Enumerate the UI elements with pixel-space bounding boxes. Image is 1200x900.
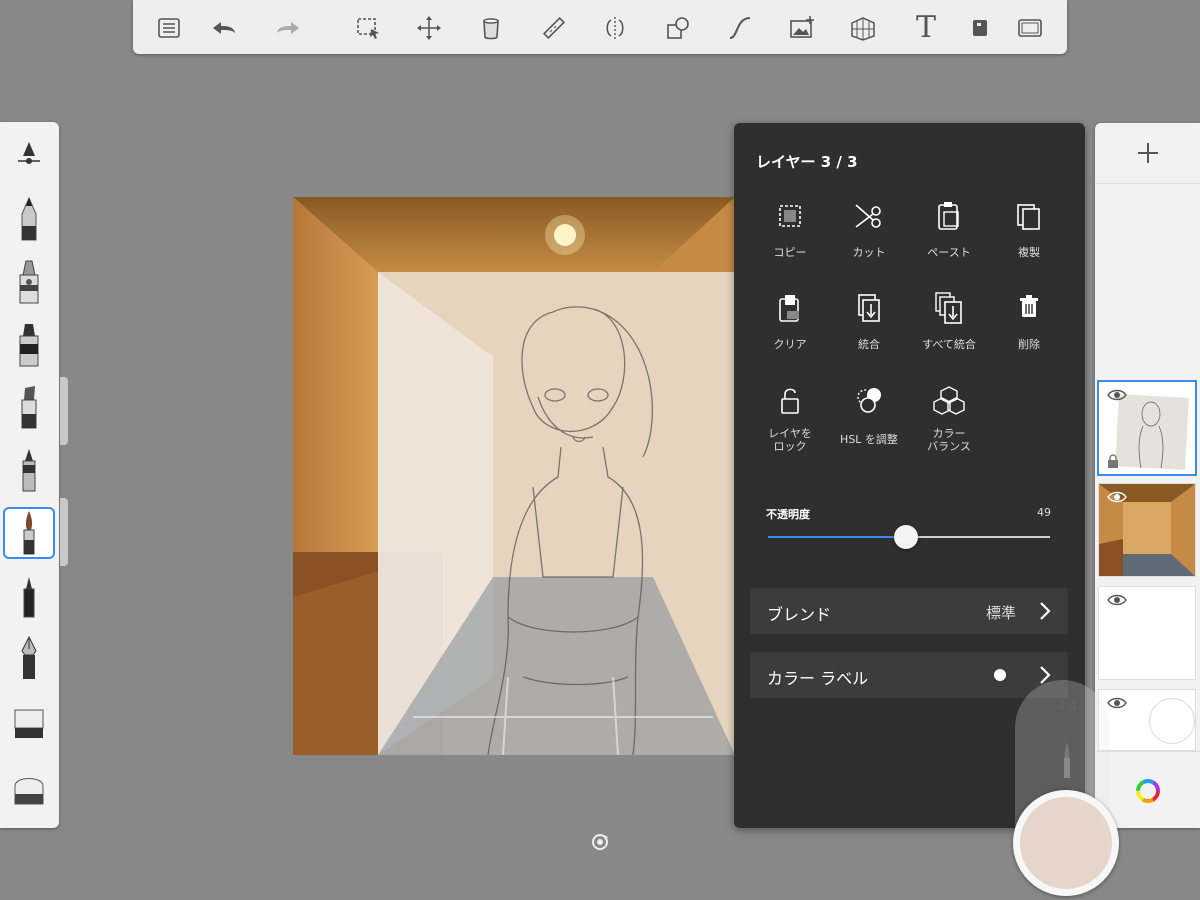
eye-icon[interactable] (1107, 696, 1127, 710)
redo-icon[interactable] (270, 10, 306, 46)
layer-thumbnail-empty[interactable] (1098, 586, 1196, 680)
chevron-right-icon (1040, 602, 1051, 620)
shapes-icon[interactable] (660, 10, 696, 46)
layer-menu-title: レイヤー 3 / 3 (756, 153, 858, 171)
delete-label: 削除 (1018, 338, 1040, 351)
paste-button[interactable]: ペースト (904, 196, 994, 259)
brush-size-handle[interactable] (60, 377, 68, 445)
eye-icon[interactable] (1107, 593, 1127, 607)
plus-icon (1137, 143, 1158, 163)
hsl-icon (824, 381, 914, 421)
color-label-row[interactable]: カラー ラベル (750, 652, 1068, 698)
fill-bucket-icon[interactable] (473, 10, 509, 46)
text-icon[interactable]: T (908, 10, 944, 46)
opacity-slider[interactable] (768, 525, 1050, 549)
ruler-icon[interactable] (536, 10, 572, 46)
delete-button[interactable]: 削除 (984, 288, 1074, 351)
blend-mode-value: 標準 (985, 604, 1016, 622)
pencil-icon[interactable] (4, 194, 54, 244)
eye-icon[interactable] (1107, 388, 1127, 402)
opacity-label: 不透明度 (766, 508, 810, 521)
hsl-adjust-button[interactable]: HSL を調整 (824, 381, 914, 446)
chisel-marker-icon[interactable] (4, 382, 54, 432)
lock-layer-button[interactable]: レイヤを ロック (745, 381, 835, 453)
paintbrush-icon[interactable] (3, 507, 55, 559)
hard-eraser-icon[interactable] (4, 696, 54, 746)
clear-icon (745, 288, 835, 328)
color-balance-icon (904, 381, 994, 421)
color-balance-label: カラー バランス (927, 427, 971, 453)
lock-layer-label: レイヤを ロック (768, 427, 812, 453)
copy-label: コピー (773, 246, 807, 259)
opacity-value: 49 (1037, 506, 1051, 519)
merge-label: 統合 (858, 338, 880, 351)
layers-panel (1095, 123, 1200, 828)
merge-all-button[interactable]: すべて統合 (904, 288, 994, 351)
paste-label: ペースト (927, 246, 971, 259)
layer-base-circle (1149, 698, 1195, 744)
add-layer-button[interactable] (1095, 123, 1200, 184)
duplicate-icon (984, 196, 1074, 236)
scissors-icon (824, 196, 914, 236)
add-image-icon[interactable] (784, 10, 820, 46)
copy-button[interactable]: コピー (745, 196, 835, 259)
fullscreen-icon[interactable] (1012, 10, 1048, 46)
symmetry-icon[interactable] (597, 10, 633, 46)
curve-icon[interactable] (722, 10, 758, 46)
fountain-pen-icon[interactable] (4, 633, 54, 683)
cut-button[interactable]: カット (824, 196, 914, 259)
selection-icon[interactable] (350, 10, 386, 46)
merge-icon (824, 288, 914, 328)
layer-thumbnail-sketch[interactable] (1097, 380, 1197, 476)
clear-label: クリア (773, 338, 807, 351)
hsl-adjust-label: HSL を調整 (840, 433, 898, 446)
airbrush-icon[interactable] (4, 257, 54, 307)
layer-menu-icon[interactable] (962, 10, 998, 46)
merge-button[interactable]: 統合 (824, 288, 914, 351)
drawing-canvas[interactable] (293, 197, 735, 755)
lock-icon (745, 381, 835, 421)
paste-icon (904, 196, 994, 236)
brush-palette (0, 122, 59, 828)
trash-icon (984, 288, 1074, 328)
ink-pen-icon[interactable] (4, 571, 54, 621)
layer-thumbnail-base[interactable] (1098, 689, 1196, 751)
opacity-slider-thumb[interactable] (894, 525, 919, 549)
cut-label: カット (852, 246, 886, 259)
canvas-rotate-icon[interactable] (590, 832, 610, 852)
color-puck[interactable] (1013, 790, 1119, 896)
soft-eraser-icon[interactable] (4, 762, 54, 812)
copy-icon (745, 196, 835, 236)
eye-icon[interactable] (1107, 490, 1127, 504)
blend-mode-label: ブレンド (767, 605, 832, 624)
brush-preview-icon (1064, 742, 1070, 778)
merge-all-label: すべて統合 (922, 338, 976, 351)
brush-settings-icon[interactable] (4, 128, 54, 178)
brush-size-value: 4.4 (1058, 699, 1078, 713)
perspective-icon[interactable] (845, 10, 881, 46)
ballpoint-icon[interactable] (4, 445, 54, 495)
marker-icon[interactable] (4, 320, 54, 370)
layer-lock-icon (1108, 454, 1118, 468)
current-color-swatch (1020, 797, 1112, 889)
brush-opacity-handle[interactable] (60, 498, 68, 566)
top-toolbar: T (133, 0, 1067, 54)
opacity-slider-fill (768, 536, 907, 538)
duplicate-button[interactable]: 複製 (984, 196, 1074, 259)
color-label-swatch (994, 669, 1006, 681)
color-balance-button[interactable]: カラー バランス (904, 381, 994, 453)
color-label-text: カラー ラベル (767, 669, 869, 688)
clear-button[interactable]: クリア (745, 288, 835, 351)
layer-thumbnail-hallway[interactable] (1098, 483, 1196, 577)
merge-all-icon (904, 288, 994, 328)
transform-icon[interactable] (411, 10, 447, 46)
undo-icon[interactable] (206, 10, 242, 46)
canvas-artwork (293, 197, 735, 755)
duplicate-label: 複製 (1018, 246, 1040, 259)
color-wheel-icon (1135, 778, 1160, 803)
blend-mode-row[interactable]: ブレンド 標準 (750, 588, 1068, 634)
list-icon[interactable] (151, 10, 187, 46)
